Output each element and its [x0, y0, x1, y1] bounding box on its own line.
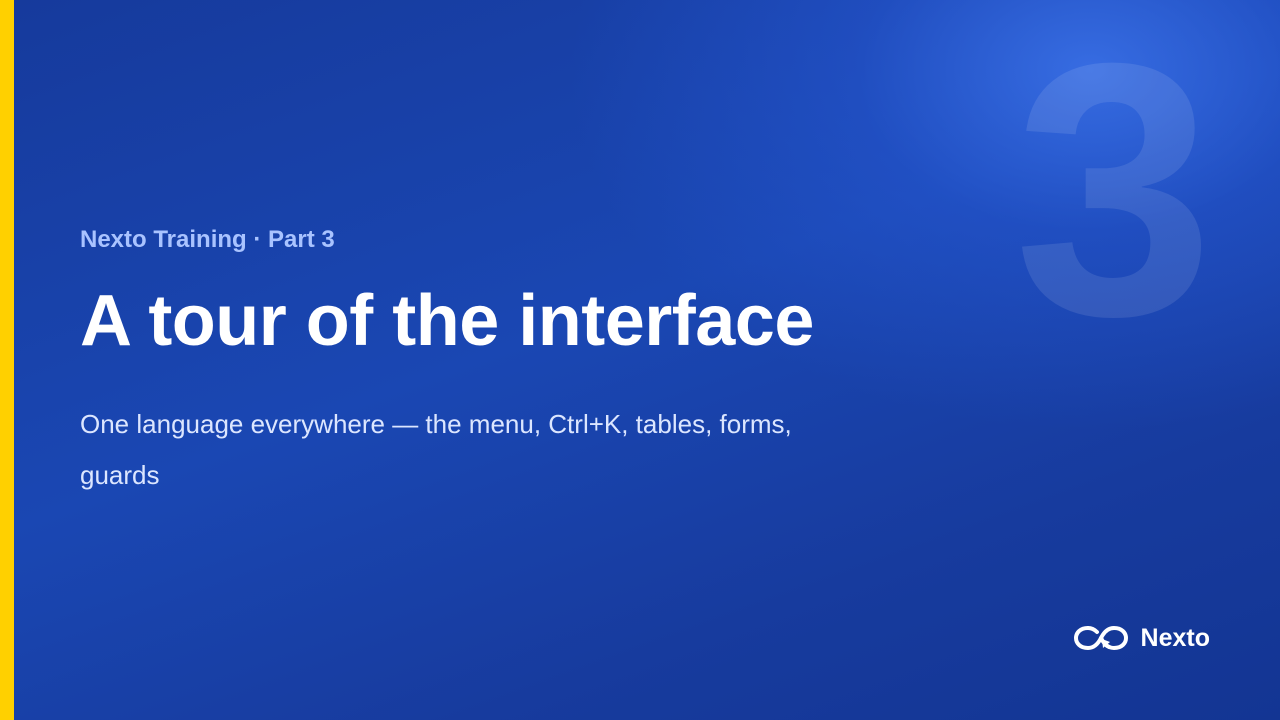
slide-kicker: Nexto Training · Part 3 — [80, 226, 335, 253]
slide-title: A tour of the interface — [80, 281, 814, 361]
brand-name: Nexto — [1140, 623, 1210, 652]
slide-subtitle: One language everywhere — the menu, Ctrl… — [80, 409, 792, 490]
infinity-arrow-icon — [1073, 625, 1128, 651]
brand-lockup: Nexto — [1073, 622, 1210, 654]
accent-bar — [0, 0, 14, 720]
slide-number-watermark: 3 — [1013, 0, 1214, 391]
